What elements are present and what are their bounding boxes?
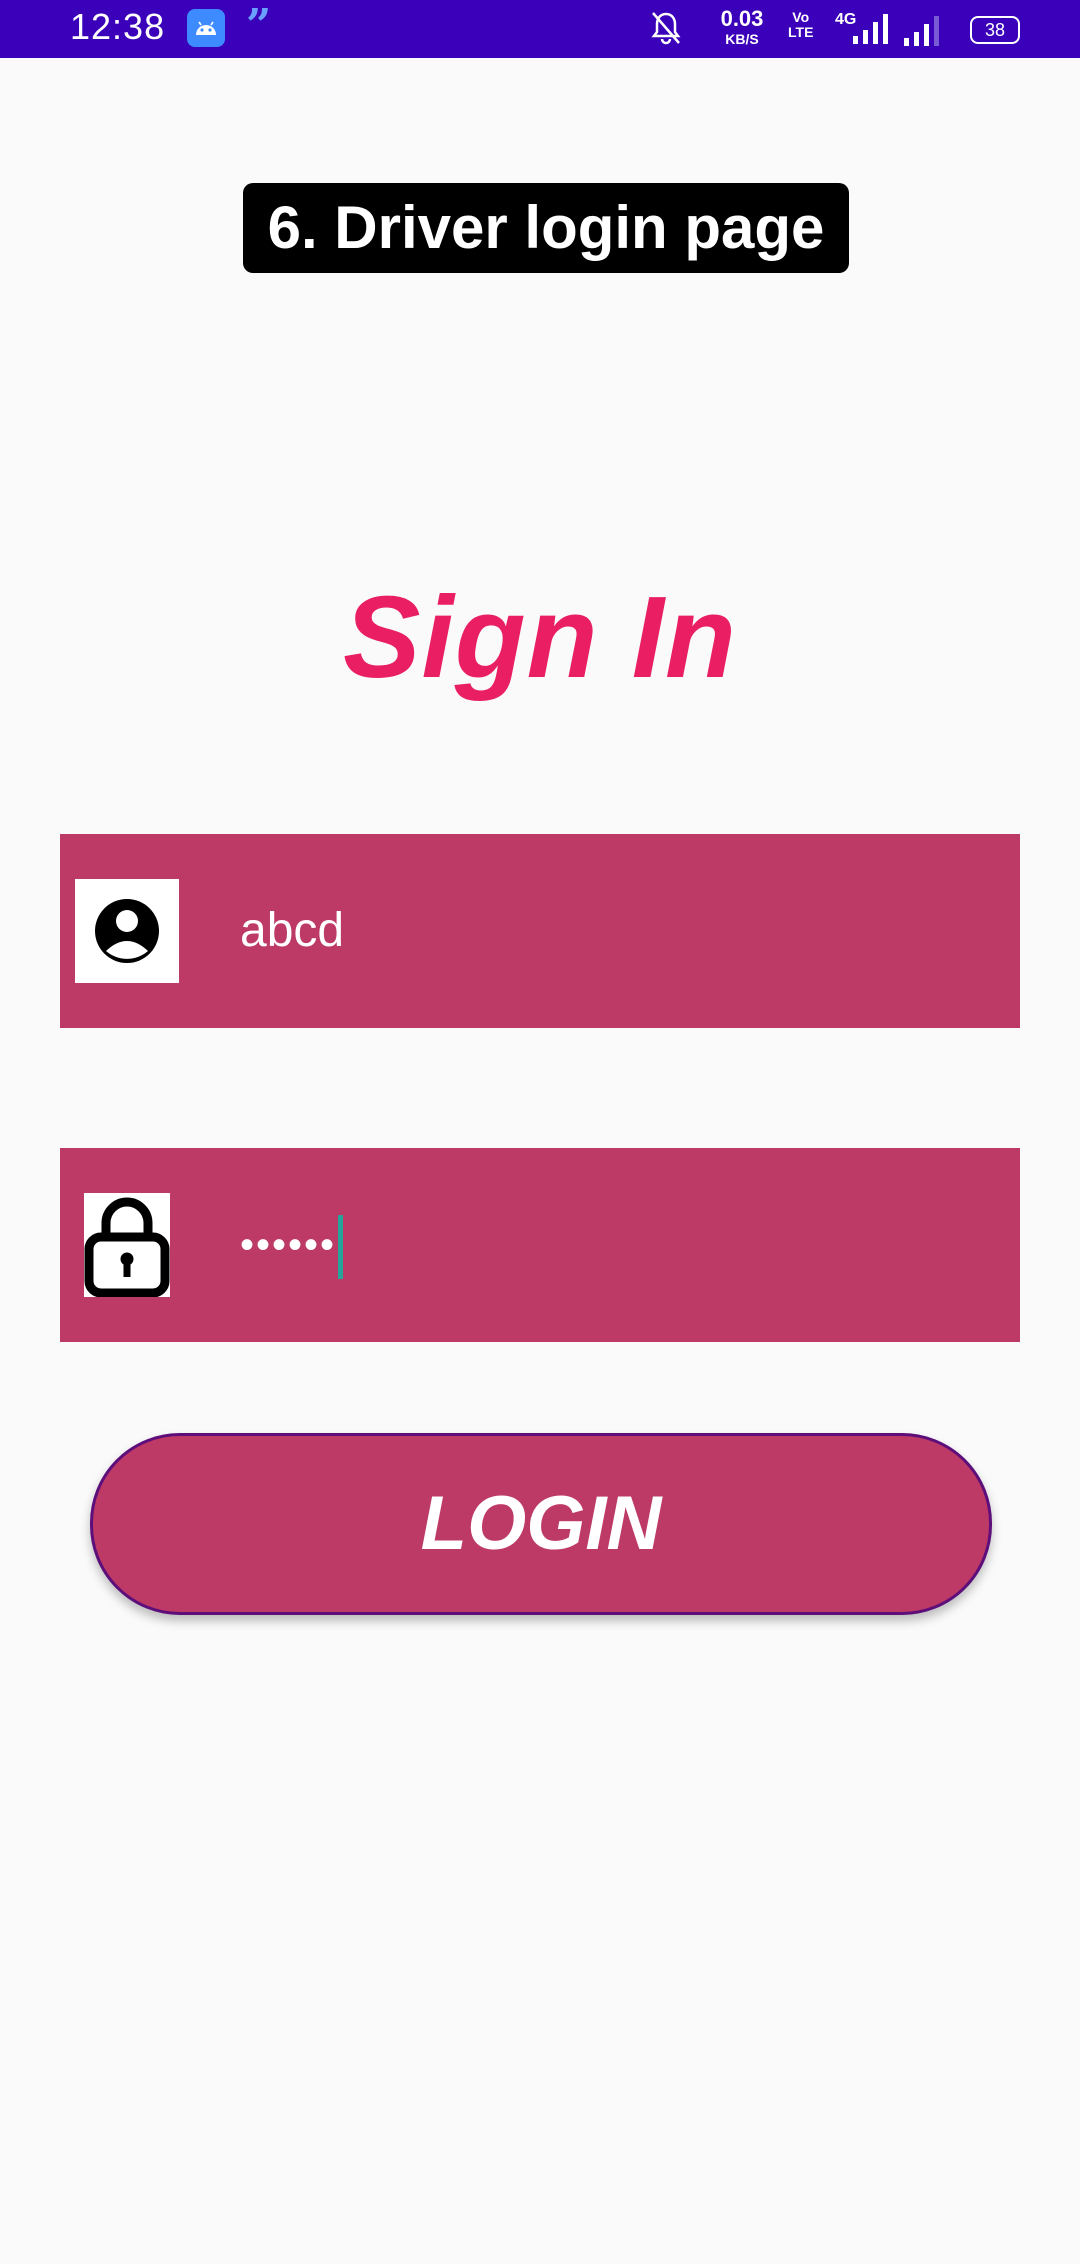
user-icon [75,879,179,983]
username-value[interactable]: abcd [240,894,344,968]
android-notification-icon [187,9,225,47]
password-value[interactable]: •••••• [240,1208,344,1282]
network-speed-value: 0.03 [720,6,764,31]
volte-line1: Vo [792,9,810,25]
network-speed: 0.03 KB/S [712,6,772,47]
quote-notification-icon: ” [246,0,272,51]
page-label: 6. Driver login page [243,183,849,273]
status-time: 12:38 [70,6,166,47]
lock-icon [84,1193,170,1297]
password-field[interactable]: •••••• [60,1148,1020,1342]
text-cursor [338,1215,344,1280]
signal-icon: 4G [833,8,895,53]
signal-icon [902,14,946,53]
volte-line2: LTE [788,23,814,40]
login-button[interactable]: LOGIN [90,1433,992,1615]
battery-indicator: 38 [970,16,1020,44]
network-speed-unit: KB/S [725,31,759,47]
username-field[interactable]: abcd [60,834,1020,1028]
network-type: 4G [835,11,856,28]
bell-off-icon [650,10,682,51]
volte-indicator: Vo LTE [788,10,813,39]
status-bar: 12:38 ” 0.03 KB/S Vo LTE 4G 38 [0,0,1080,58]
sign-in-heading: Sign In [343,572,737,702]
password-dots: •••••• [240,1223,337,1267]
